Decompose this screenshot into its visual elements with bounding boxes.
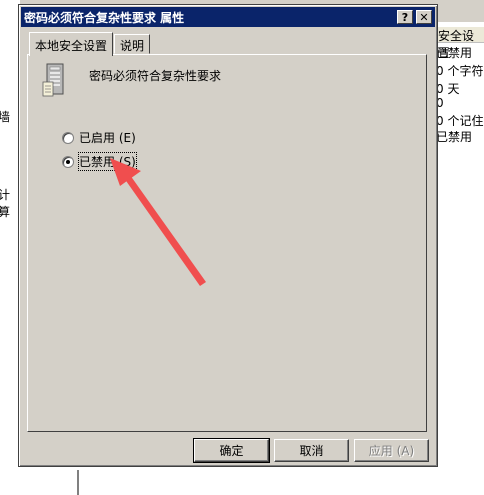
properties-dialog: 密码必须符合复杂性要求 属性 ? ✕ 本地安全设置 说明 密码必须符合复杂性要求… [18, 4, 438, 467]
background-list-item[interactable]: 已禁用 [436, 44, 472, 61]
background-column-header[interactable]: 安全设置 [436, 27, 484, 60]
background-list-item[interactable]: 0 天 [436, 80, 459, 97]
close-icon: ✕ [419, 10, 429, 24]
background-list-item[interactable]: 0 个记住 [436, 112, 483, 129]
option-enabled[interactable]: 已启用 (E) [62, 129, 136, 146]
background-list-item[interactable]: 已禁用 [436, 128, 472, 145]
tab-explain[interactable]: 说明 [114, 34, 151, 54]
tab-panel [27, 54, 427, 432]
policy-name: 密码必须符合复杂性要求 [89, 69, 222, 83]
apply-button[interactable]: 应用 (A) [354, 439, 429, 462]
radio-enabled[interactable] [62, 131, 74, 144]
dialog-title: 密码必须符合复杂性要求 属性 [24, 10, 185, 25]
cancel-button[interactable]: 取消 [274, 439, 349, 462]
server-policy-icon [42, 63, 64, 97]
help-icon: ? [401, 10, 409, 24]
background-left-pane: 墙 计算 [0, 0, 20, 495]
dialog-titlebar[interactable]: 密码必须符合复杂性要求 属性 ? ✕ [21, 7, 435, 27]
option-disabled[interactable]: 已禁用 (S) [62, 152, 137, 171]
ok-button[interactable]: 确定 [193, 438, 270, 463]
background-left-text: 墙 [0, 110, 11, 124]
option-enabled-label: 已启用 (E) [79, 131, 136, 145]
option-disabled-label: 已禁用 (S) [78, 152, 137, 171]
radio-disabled[interactable] [62, 155, 74, 168]
close-button[interactable]: ✕ [416, 10, 432, 24]
help-button[interactable]: ? [397, 10, 413, 24]
tab-local-security-setting[interactable]: 本地安全设置 [29, 32, 114, 56]
background-divider [77, 470, 79, 495]
background-left-text: 计算 [0, 188, 11, 219]
background-list-item[interactable]: 0 个字符 [436, 62, 483, 79]
